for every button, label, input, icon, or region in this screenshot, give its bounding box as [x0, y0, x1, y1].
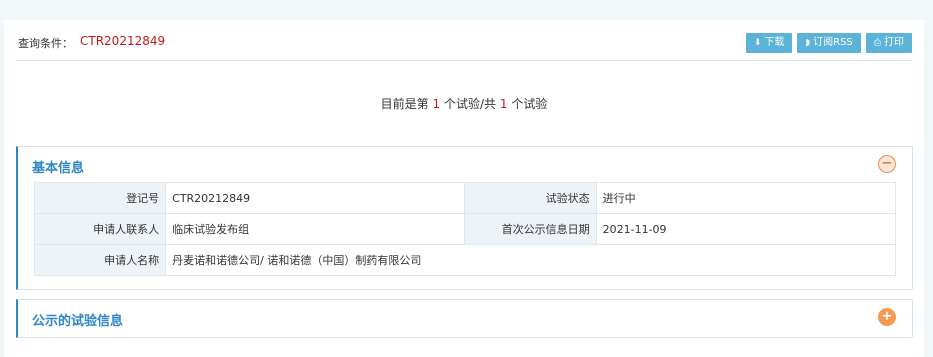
field-label: 申请人联系人: [33, 213, 167, 245]
expand-icon[interactable]: +: [878, 308, 896, 326]
toolbar: ⬇ 下载 ◗ 订阅RSS ⎙ 打印: [745, 33, 912, 53]
print-button[interactable]: ⎙ 打印: [865, 33, 912, 53]
field-label: 登记号: [33, 182, 167, 214]
rss-label: 订阅RSS: [813, 37, 853, 48]
basic-info-header[interactable]: 基本信息 −: [18, 147, 912, 182]
field-label: 首次公示信息日期: [464, 213, 597, 245]
field-value: 临床试验发布组: [165, 213, 466, 245]
field-value: CTR20212849: [165, 182, 466, 214]
rss-button[interactable]: ◗ 订阅RSS: [797, 33, 861, 53]
summary-total: 1: [499, 97, 508, 111]
field-label: 试验状态: [464, 182, 597, 214]
download-button[interactable]: ⬇ 下载: [745, 33, 793, 53]
print-label: 打印: [884, 37, 904, 48]
rss-icon: ◗: [805, 38, 811, 48]
download-label: 下载: [764, 37, 785, 48]
collapse-icon[interactable]: −: [878, 155, 896, 173]
query-bar: 查询条件： CTR20212849 ⬇ 下载 ◗ 订阅RSS ⎙ 打印: [16, 30, 912, 61]
summary-middle: 个试验/共: [443, 97, 497, 111]
trial-info-title: 公示的试验信息: [32, 314, 124, 329]
result-summary: 目前是第 1 个试验/共 1 个试验: [4, 95, 924, 112]
trial-info-panel: 公示的试验信息 +: [16, 299, 913, 338]
field-value: 进行中: [595, 182, 897, 214]
field-value: 丹麦诺和诺德公司/ 诺和诺德（中国）制药有限公司: [165, 244, 896, 276]
field-value: 2021-11-09: [595, 213, 897, 245]
table-row: 登记号 CTR20212849 试验状态 进行中: [33, 182, 897, 214]
page-content: 查询条件： CTR20212849 ⬇ 下载 ◗ 订阅RSS ⎙ 打印 目前是第…: [4, 20, 924, 357]
query-label: 查询条件：: [18, 37, 73, 50]
basic-info-table: 登记号 CTR20212849 试验状态 进行中 申请人联系人 临床试验发布组 …: [33, 182, 897, 276]
summary-prefix: 目前是第: [380, 97, 429, 111]
query-value: CTR20212849: [80, 34, 166, 48]
print-icon: ⎙: [873, 38, 881, 48]
table-row: 申请人联系人 临床试验发布组 首次公示信息日期 2021-11-09: [33, 213, 897, 245]
table-row: 申请人名称 丹麦诺和诺德公司/ 诺和诺德（中国）制药有限公司: [33, 244, 896, 276]
summary-current: 1: [432, 97, 441, 111]
basic-info-panel: 基本信息 − 登记号 CTR20212849 试验状态 进行中 申请人联系人 临…: [16, 146, 913, 290]
download-icon: ⬇: [753, 38, 762, 48]
field-label: 申请人名称: [33, 244, 167, 276]
basic-info-title: 基本信息: [32, 161, 85, 176]
summary-suffix: 个试验: [511, 97, 548, 111]
trial-info-header[interactable]: 公示的试验信息 +: [18, 300, 912, 335]
